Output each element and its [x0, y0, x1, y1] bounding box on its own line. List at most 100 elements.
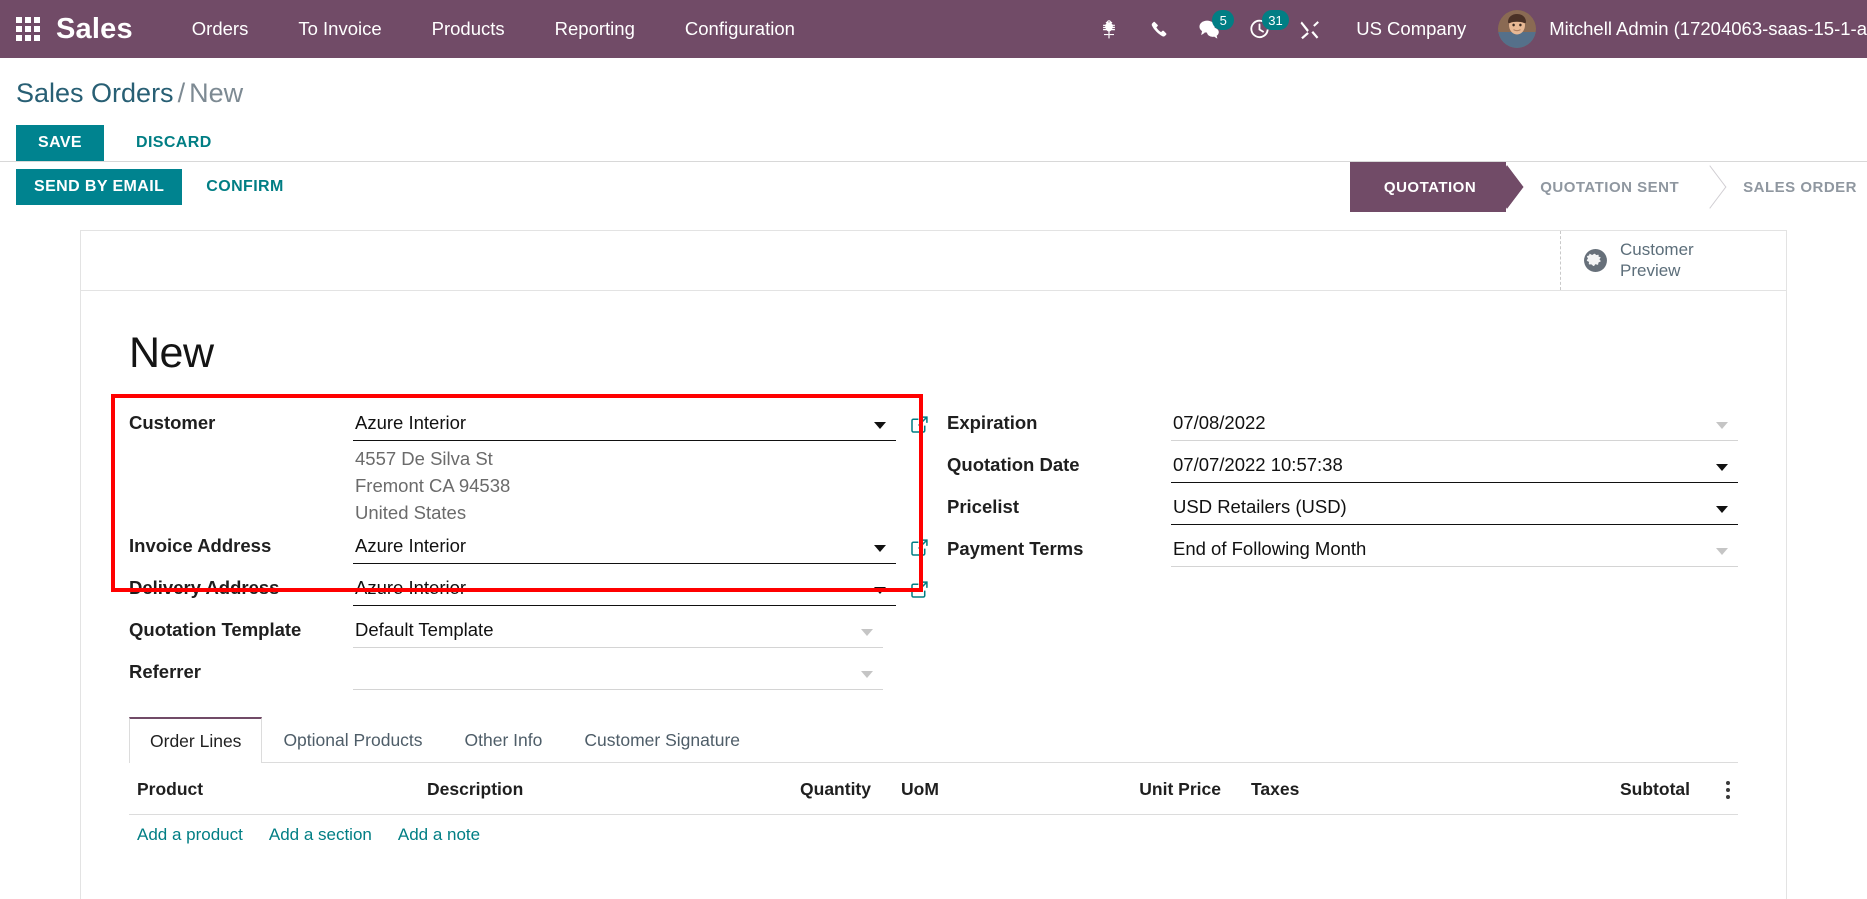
field-label-invoice-address: Invoice Address [129, 535, 272, 556]
field-control-referrer [353, 653, 929, 690]
menu-item-orders[interactable]: Orders [167, 0, 274, 58]
field-control-pricelist [1171, 488, 1738, 525]
field-row-payment-terms: Payment Terms [947, 530, 1738, 572]
invoice-address-internal-link-icon[interactable] [910, 538, 929, 557]
column-header-quantity[interactable]: Quantity [749, 763, 879, 815]
tab-customer-signature[interactable]: Customer Signature [563, 717, 761, 763]
discard-button[interactable]: DISCARD [116, 125, 232, 161]
record-actions: SEND BY EMAIL CONFIRM [0, 162, 300, 212]
field-row-referrer: Referrer [129, 653, 929, 695]
tab-other-info[interactable]: Other Info [444, 717, 564, 763]
menu-item-reporting[interactable]: Reporting [530, 0, 660, 58]
address-line-city: Fremont CA 94538 [355, 475, 511, 496]
field-row-delivery-address: Delivery Address [129, 569, 929, 611]
sheet-background: Customer Preview New Customer Azure Inte… [0, 212, 1867, 899]
field-row-expiration: Expiration [947, 404, 1738, 446]
field-label-quotation-template: Quotation Template [129, 619, 302, 640]
customer-address-block: 4557 De Silva St Fremont CA 94538 United… [353, 446, 929, 527]
user-menu[interactable]: Mitchell Admin (17204063-saas-15-1-a [1488, 0, 1867, 58]
field-label-quotation-date: Quotation Date [947, 454, 1080, 475]
status-step-quotation[interactable]: QUOTATION [1349, 162, 1507, 212]
order-lines-header-row: Product Description Quantity UoM Unit Pr… [129, 763, 1738, 815]
add-a-product-link[interactable]: Add a product [137, 825, 243, 845]
field-control-quotation-date [1171, 446, 1738, 483]
sheet-body: New Customer Azure Interior 4557 De Silv… [81, 291, 1786, 845]
control-panel: Sales Orders / New SAVE DISCARD SEND BY EM… [0, 58, 1867, 212]
quotation-date-input[interactable] [1171, 450, 1738, 483]
field-label-customer: Customer [129, 412, 216, 433]
field-label-expiration: Expiration [947, 412, 1038, 433]
column-header-taxes[interactable]: Taxes [1229, 763, 1559, 815]
field-control-expiration [1171, 404, 1738, 441]
field-label-delivery-address: Delivery Address [129, 577, 280, 598]
column-options-cell [1698, 763, 1738, 815]
field-control-invoice-address [353, 527, 929, 564]
field-control-delivery-address [353, 569, 929, 606]
tools-icon[interactable] [1284, 0, 1334, 58]
page-title: New [129, 329, 214, 377]
invoice-address-input[interactable] [353, 531, 896, 564]
quotation-template-input[interactable] [353, 615, 883, 648]
field-row-customer: Customer [129, 404, 929, 446]
breadcrumb: Sales Orders / New [0, 58, 1867, 109]
add-line-links: Add a product Add a section Add a note [129, 815, 1738, 845]
menu-item-to-invoice[interactable]: To Invoice [273, 0, 406, 58]
address-line-country: United States [355, 502, 467, 523]
add-a-section-link[interactable]: Add a section [269, 825, 372, 845]
status-step-sales-order[interactable]: SALES ORDER [1709, 162, 1867, 212]
notebook: Order Lines Optional Products Other Info… [129, 717, 1738, 845]
tab-optional-products[interactable]: Optional Products [262, 717, 443, 763]
save-button[interactable]: SAVE [16, 124, 104, 161]
field-label-referrer: Referrer [129, 661, 201, 682]
sheet-button-box: Customer Preview [81, 231, 1786, 291]
top-navbar: Sales Orders To Invoice Products Reporti… [0, 0, 1867, 58]
tab-order-lines[interactable]: Order Lines [129, 717, 263, 763]
customer-preview-label: Customer Preview [1620, 239, 1694, 280]
column-header-subtotal[interactable]: Subtotal [1559, 763, 1698, 815]
customer-preview-button[interactable]: Customer Preview [1560, 231, 1786, 290]
referrer-input[interactable] [353, 657, 883, 690]
bug-icon[interactable] [1084, 0, 1134, 58]
form-column-right: Expiration Quotation Date [929, 404, 1738, 695]
status-step-quotation-sent[interactable]: QUOTATION SENT [1506, 162, 1709, 212]
company-switcher[interactable]: US Company [1334, 18, 1488, 40]
user-name-label: Mitchell Admin (17204063-saas-15-1-a [1549, 18, 1867, 39]
globe-icon [1583, 248, 1608, 273]
column-header-uom[interactable]: UoM [879, 763, 1049, 815]
breadcrumb-separator: / [177, 78, 186, 108]
field-control-customer [353, 404, 929, 441]
customer-internal-link-icon[interactable] [910, 415, 929, 434]
pricelist-input[interactable] [1171, 492, 1738, 525]
expiration-input[interactable] [1171, 408, 1738, 441]
delivery-address-internal-link-icon[interactable] [910, 580, 929, 599]
column-header-unit-price[interactable]: Unit Price [1049, 763, 1229, 815]
customer-input[interactable] [353, 408, 896, 441]
send-by-email-button[interactable]: SEND BY EMAIL [16, 169, 183, 205]
breadcrumb-current: New [189, 78, 244, 108]
messages-icon[interactable]: 5 [1184, 0, 1235, 58]
apps-grid-icon [16, 17, 40, 41]
confirm-button[interactable]: CONFIRM [190, 169, 299, 205]
avatar [1498, 10, 1537, 48]
app-brand-title[interactable]: Sales [56, 13, 167, 46]
phone-icon[interactable] [1134, 0, 1184, 58]
form-grid: Customer Azure Interior 4557 De Silva St… [111, 394, 1738, 695]
column-header-description[interactable]: Description [419, 763, 749, 815]
menu-item-products[interactable]: Products [407, 0, 530, 58]
apps-menu-button[interactable] [0, 0, 56, 58]
field-row-pricelist: Pricelist [947, 488, 1738, 530]
field-label-pricelist: Pricelist [947, 496, 1019, 517]
activities-clock-icon[interactable]: 31 [1234, 0, 1289, 58]
field-row-quotation-date: Quotation Date [947, 446, 1738, 488]
form-sheet: Customer Preview New Customer Azure Inte… [80, 230, 1787, 899]
delivery-address-input[interactable] [353, 573, 896, 606]
breadcrumb-root[interactable]: Sales Orders [16, 78, 174, 108]
field-label-payment-terms: Payment Terms [947, 538, 1084, 559]
field-row-quotation-template: Quotation Template [129, 611, 929, 653]
edit-buttons-row: SAVE DISCARD [0, 109, 1867, 161]
column-options-icon[interactable] [1726, 781, 1730, 800]
add-a-note-link[interactable]: Add a note [398, 825, 480, 845]
menu-item-configuration[interactable]: Configuration [660, 0, 820, 58]
column-header-product[interactable]: Product [129, 763, 419, 815]
payment-terms-input[interactable] [1171, 534, 1738, 567]
